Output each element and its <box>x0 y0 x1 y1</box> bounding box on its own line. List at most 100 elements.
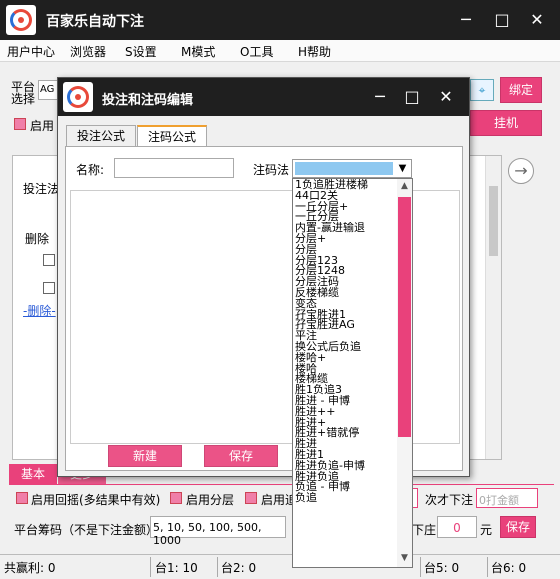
dropdown-option[interactable]: 分层注码 <box>295 276 398 287</box>
chevron-down-icon[interactable]: ▼ <box>395 161 410 176</box>
dropdown-option[interactable]: 胜进 - 申博 <box>295 395 398 406</box>
dialog-title: 投注和注码编辑 <box>102 93 194 108</box>
save-options-button[interactable]: 保存 <box>500 516 536 538</box>
platform-label-2: 选择 <box>11 92 36 106</box>
delete-header: 删除 <box>25 232 50 246</box>
app-logo-icon <box>6 5 36 35</box>
stake-method-select[interactable]: ▼ <box>292 159 412 178</box>
dropdown-option[interactable]: 楼哈+ <box>295 352 398 363</box>
enable-label: 启用 <box>30 119 55 133</box>
menu-mode[interactable]: M模式 <box>181 43 215 60</box>
dropdown-option[interactable]: 胜进+ <box>295 417 398 428</box>
name-label: 名称: <box>76 163 105 177</box>
dropdown-option[interactable]: 孖宝胜进1 <box>295 309 398 320</box>
stop-label: 下庄 <box>412 523 437 537</box>
dialog-logo-icon <box>63 82 93 112</box>
platform-chips-label: 平台筹码（不是下注金额） <box>14 523 159 537</box>
recheck-label: 启用回摇(多结果中有效) <box>31 493 161 507</box>
next-bet-label: 次才下注 <box>425 493 474 507</box>
table6-status: 台6: 0 <box>491 561 527 575</box>
bind-button[interactable]: 绑定 <box>500 77 542 103</box>
dialog-maximize-button[interactable]: □ <box>400 85 424 109</box>
layer-label: 启用分层 <box>186 493 235 507</box>
target-icon[interactable]: ⌖ <box>470 79 494 101</box>
table2-status: 台2: 0 <box>221 561 257 575</box>
new-button[interactable]: 新建 <box>108 445 182 467</box>
window-title: 百家乐自动下注 <box>46 14 144 30</box>
dropdown-option[interactable]: 胜进负追-申博 <box>295 460 398 471</box>
minimize-button[interactable]: ─ <box>454 8 478 32</box>
save-button[interactable]: 保存 <box>204 445 278 467</box>
close-button[interactable]: ✕ <box>525 8 549 32</box>
dropdown-option[interactable]: 一丘分层+ <box>295 201 398 212</box>
row-checkbox[interactable] <box>43 254 55 266</box>
menu-help[interactable]: H帮助 <box>298 43 331 60</box>
dropdown-option[interactable]: 44口2关 <box>295 190 398 201</box>
menu-tools[interactable]: O工具 <box>240 43 273 60</box>
dropdown-option[interactable]: 胜进 <box>295 438 398 449</box>
dropdown-option[interactable]: 变态 <box>295 298 398 309</box>
tab-stake-formula[interactable]: 注码公式 <box>137 125 208 147</box>
maximize-button[interactable]: □ <box>490 8 514 32</box>
cut-checkbox[interactable] <box>245 492 257 504</box>
dropdown-option[interactable]: 楼梯缆 <box>295 373 398 384</box>
dropdown-option[interactable]: 胜进++ <box>295 406 398 417</box>
tab-basic[interactable]: 基本 <box>9 464 58 484</box>
dropdown-option[interactable]: 1负追胜进楼梯 <box>295 179 398 190</box>
platform-select[interactable]: AG <box>38 80 58 100</box>
scroll-down-icon[interactable]: ▼ <box>397 551 412 566</box>
menu-bar: 用户中心 浏览器 S设置 M模式 O工具 H帮助 <box>0 40 560 62</box>
scroll-up-icon[interactable]: ▲ <box>397 179 412 194</box>
dropdown-option[interactable]: 负追 - 申博 <box>295 481 398 492</box>
app-titlebar: 百家乐自动下注 ─ □ ✕ <box>0 0 560 40</box>
dialog-minimize-button[interactable]: ─ <box>368 85 392 109</box>
dialog-close-button[interactable]: ✕ <box>434 85 458 109</box>
enable-checkbox[interactable] <box>14 118 26 130</box>
selected-highlight <box>295 162 393 175</box>
dropdown-option[interactable]: 胜进+错就停 <box>295 427 398 438</box>
tab-underline <box>9 484 554 485</box>
name-input[interactable] <box>114 158 234 178</box>
stop-amount-input[interactable]: 0 <box>437 516 477 538</box>
dropdown-options: 1负追胜进楼梯 44口2关 一丘分层+ 一丘分层 内置-赢进输退 分层+ 分层 分层123 分层… <box>295 179 398 503</box>
menu-user-center[interactable]: 用户中心 <box>7 43 55 60</box>
dropdown-scroll-thumb[interactable] <box>398 197 411 437</box>
dropdown-scrollbar[interactable]: ▲ ▼ <box>397 179 412 567</box>
row-checkbox[interactable] <box>43 282 55 294</box>
delete-link[interactable]: -删除- <box>23 302 56 319</box>
stake-method-label: 注码法 <box>253 163 290 177</box>
dropdown-option[interactable]: 内置-赢进输退 <box>295 222 398 233</box>
platform-chips-input[interactable]: 5, 10, 50, 100, 500, 1000 <box>150 516 286 547</box>
menu-settings[interactable]: S设置 <box>125 43 157 60</box>
dropdown-option[interactable]: 胜1负追3 <box>295 384 398 395</box>
dropdown-option[interactable]: 分层123 <box>295 255 398 266</box>
tab-bet-formula[interactable]: 投注公式 <box>66 125 137 147</box>
dropdown-option[interactable]: 一丘分层 <box>295 211 398 222</box>
dropdown-option[interactable]: 平注 <box>295 330 398 341</box>
dropdown-option[interactable]: 分层1248 <box>295 265 398 276</box>
dropdown-option[interactable]: 反楼梯缆 <box>295 287 398 298</box>
stake-method-dropdown[interactable]: 1负追胜进楼梯 44口2关 一丘分层+ 一丘分层 内置-赢进输退 分层+ 分层 分层123 分层… <box>292 178 413 568</box>
next-arrow-icon[interactable]: → <box>508 158 534 184</box>
menu-browser[interactable]: 浏览器 <box>70 43 106 60</box>
hit-amount-input[interactable]: 0打金额 <box>476 488 538 508</box>
layer-checkbox[interactable] <box>170 492 182 504</box>
table1-status: 台1: 10 <box>155 561 198 575</box>
recheck-checkbox[interactable] <box>16 492 28 504</box>
dropdown-option[interactable]: 换公式后负追 <box>295 341 398 352</box>
total-profit: 共赢利: 0 <box>4 561 56 575</box>
dropdown-option[interactable]: 胜进1 <box>295 449 398 460</box>
dropdown-option[interactable]: 孖宝胜进AG <box>295 319 398 330</box>
status-bar: 共赢利: 0 台1: 10 台2: 0 台5: 0 台6: 0 <box>0 554 560 579</box>
hang-button[interactable]: 挂机 <box>470 110 542 136</box>
bet-method-label: 投注法 <box>23 182 60 196</box>
dropdown-option[interactable]: 胜进负追 <box>295 471 398 482</box>
table5-status: 台5: 0 <box>424 561 460 575</box>
main-scrollbar[interactable] <box>485 156 501 459</box>
dropdown-option[interactable]: 分层 <box>295 244 398 255</box>
dropdown-option[interactable]: 负追 <box>295 492 398 503</box>
scroll-thumb[interactable] <box>489 186 498 256</box>
dialog-titlebar: 投注和注码编辑 ─ □ ✕ <box>58 78 469 116</box>
dropdown-option[interactable]: 楼哈 <box>295 363 398 374</box>
dropdown-option[interactable]: 分层+ <box>295 233 398 244</box>
